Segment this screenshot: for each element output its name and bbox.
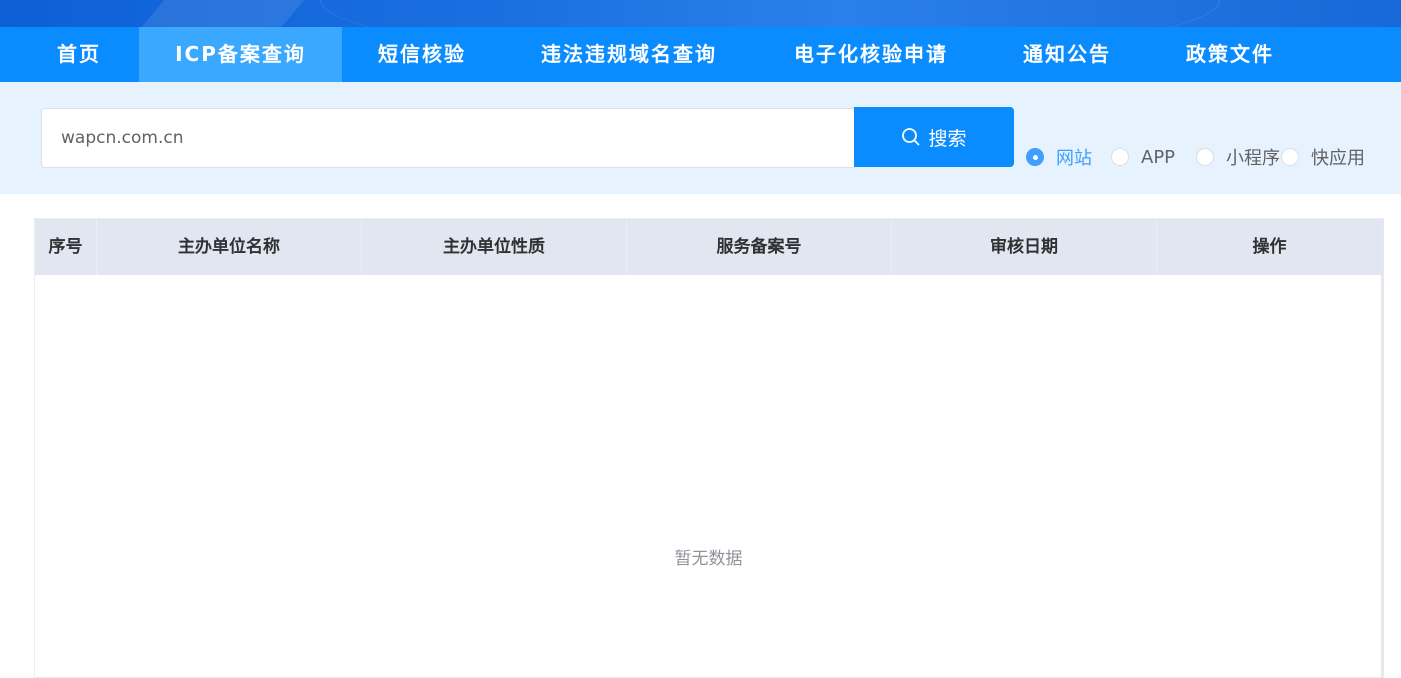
nav-item-sms-verify[interactable]: 短信核验 (360, 27, 484, 82)
radio-type-mini-program[interactable]: 小程序 (1196, 146, 1280, 169)
column-header-organizer-type: 主办单位性质 (362, 219, 627, 275)
column-header-organizer-name: 主办单位名称 (97, 219, 362, 275)
radio-label: 网站 (1056, 148, 1092, 169)
empty-state-text: 暂无数据 (674, 549, 743, 569)
radio-type-app[interactable]: APP (1111, 146, 1175, 168)
search-button[interactable]: 搜索 (854, 107, 1014, 167)
main-nav: 首页 ICP备案查询 短信核验 违法违规域名查询 电子化核验申请 通知公告 政策… (0, 27, 1401, 82)
nav-item-notices[interactable]: 通知公告 (1006, 27, 1128, 82)
radio-label: 小程序 (1226, 148, 1280, 169)
search-panel: 搜索 网站 APP 小程序 快应用 (0, 82, 1401, 194)
search-input[interactable] (41, 108, 855, 168)
column-header-review-date: 审核日期 (892, 219, 1157, 275)
radio-dot (1196, 148, 1214, 166)
radio-type-website[interactable]: 网站 (1026, 146, 1092, 169)
radio-type-quick-app[interactable]: 快应用 (1281, 146, 1365, 169)
radio-dot (1026, 148, 1044, 166)
column-header-service-license: 服务备案号 (627, 219, 892, 275)
search-button-label: 搜索 (928, 127, 967, 150)
top-banner (0, 0, 1401, 27)
banner-decoration (122, 0, 338, 27)
table-header: 序号 主办单位名称 主办单位性质 服务备案号 审核日期 操作 (35, 219, 1382, 275)
nav-item-home[interactable]: 首页 (38, 27, 120, 82)
nav-item-icp-query[interactable]: ICP备案查询 (139, 27, 342, 82)
radio-dot (1111, 148, 1129, 166)
column-header-actions: 操作 (1252, 237, 1287, 257)
banner-arc-decoration (320, 0, 1220, 27)
column-header-index: 序号 (35, 219, 97, 275)
results-table: 序号 主办单位名称 主办单位性质 服务备案号 审核日期 操作 暂无数据 (34, 218, 1384, 678)
search-icon (901, 127, 921, 147)
radio-dot (1281, 148, 1299, 166)
nav-item-e-verify-apply[interactable]: 电子化核验申请 (774, 27, 968, 82)
radio-label: APP (1141, 146, 1176, 168)
nav-item-illegal-domain[interactable]: 违法违规域名查询 (520, 27, 738, 82)
radio-label: 快应用 (1311, 148, 1365, 169)
nav-item-policies[interactable]: 政策文件 (1168, 27, 1292, 82)
